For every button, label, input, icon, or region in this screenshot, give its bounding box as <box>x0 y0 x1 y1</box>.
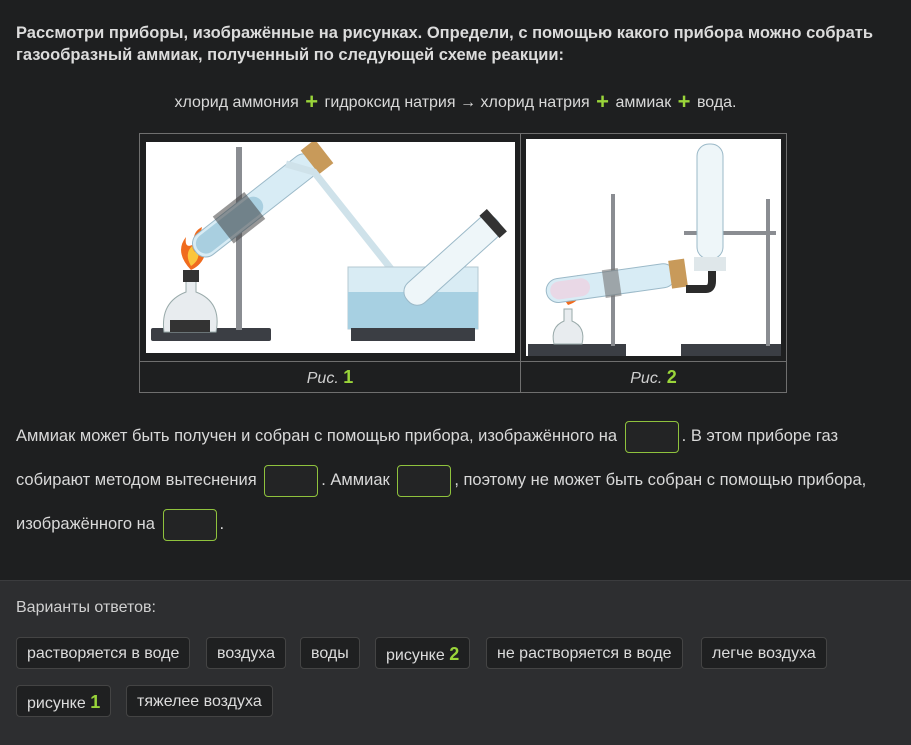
caption-prefix: Рис. <box>306 370 339 387</box>
answer-option[interactable]: не растворяется в воде <box>486 637 683 669</box>
option-label: растворяется в воде <box>27 645 180 662</box>
reaction-equation: хлорид аммония + гидроксид натрия → хлор… <box>0 89 911 115</box>
answer-option[interactable]: растворяется в воде <box>16 637 191 669</box>
text-segment: Аммиак может быть получен и собран с пом… <box>16 427 618 445</box>
answer-option[interactable]: воды <box>300 637 360 669</box>
plus-sign: + <box>677 89 691 114</box>
plus-sign: + <box>596 89 609 114</box>
answer-option[interactable]: тяжелее воздуха <box>126 685 273 717</box>
option-label: тяжелее воздуха <box>137 693 262 710</box>
option-label: рисунке <box>386 647 445 664</box>
question-text: Рассмотри приборы, изображённые на рисун… <box>16 24 873 64</box>
caption-prefix: Рис. <box>630 370 663 387</box>
option-label: не растворяется в воде <box>497 645 672 662</box>
answer-option[interactable]: рисунке 1 <box>16 685 112 717</box>
answer-options-panel: Варианты ответов: растворяется в воде во… <box>0 580 911 745</box>
reaction-arrow: → <box>459 94 476 111</box>
reactant-1: хлорид аммония <box>174 94 299 111</box>
fill-in-text: Аммиак может быть получен и собран с пом… <box>16 414 896 546</box>
product-2: аммиак <box>615 94 672 111</box>
answer-blank-1[interactable] <box>624 420 679 453</box>
option-label: воздуха <box>217 645 276 662</box>
option-label: воды <box>311 645 349 662</box>
answer-blank-4[interactable] <box>162 508 217 541</box>
answer-option[interactable]: рисунке 2 <box>375 637 471 669</box>
figure-2-cell <box>521 134 786 361</box>
plus-sign: + <box>305 89 319 114</box>
option-label: рисунке <box>27 695 86 712</box>
reactant-2: гидроксид натрия <box>324 94 456 111</box>
option-number: 1 <box>90 692 101 712</box>
apparatus-water-displacement-icon <box>146 139 515 353</box>
answer-blank-3[interactable] <box>397 464 452 497</box>
figure-2-caption: Рис. 2 <box>521 362 786 393</box>
answer-blank-2[interactable] <box>264 464 319 497</box>
option-number: 2 <box>449 644 460 664</box>
answer-option[interactable]: воздуха <box>206 637 287 669</box>
apparatus-inverted-tube-icon <box>526 139 781 356</box>
product-3: вода. <box>696 94 737 111</box>
text-segment: . <box>219 515 225 533</box>
product-1: хлорид натрия <box>480 94 590 111</box>
option-label: легче воздуха <box>712 645 816 662</box>
answer-options-title: Варианты ответов: <box>16 599 156 616</box>
figure-1-cell <box>140 134 521 361</box>
text-segment: . Аммиак <box>321 471 390 489</box>
figures-table: Рис. 1 Рис. 2 <box>139 133 787 393</box>
caption-number: 1 <box>343 367 354 387</box>
caption-number: 2 <box>666 367 677 387</box>
answer-option[interactable]: легче воздуха <box>701 637 827 669</box>
figure-captions: Рис. 1 Рис. 2 <box>140 361 786 393</box>
figure-1-caption: Рис. 1 <box>140 362 521 393</box>
